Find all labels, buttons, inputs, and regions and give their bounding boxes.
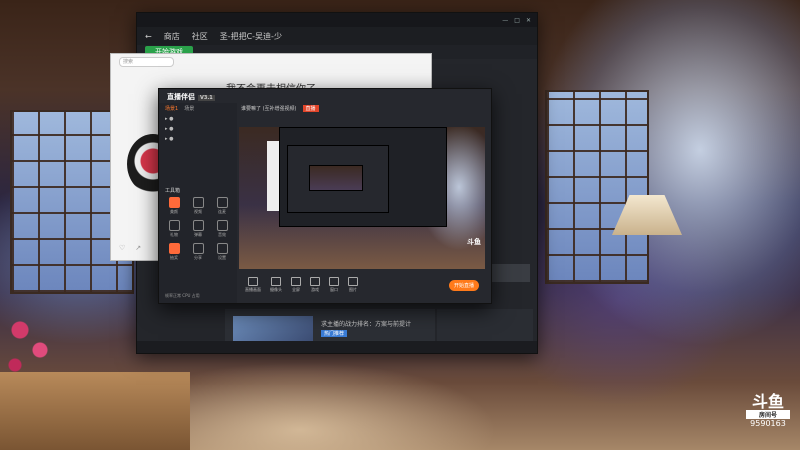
tool-label: 设置 (218, 255, 226, 260)
tool-item[interactable]: 抽奖 (163, 243, 185, 261)
live-status-footer: 帧率正常 CPU 占用 (165, 293, 200, 299)
tool-icon (168, 197, 180, 208)
live-app-logo-text: 直播伴侣 (167, 93, 195, 101)
game-title-bar: — □ ✕ (137, 13, 537, 27)
feed-card-text: 求主播的战力排名：方案与前提计 (321, 321, 412, 328)
tools-grid: 美颜 视频 连麦 礼物 弹幕 音效 抽奖 分享 设置 (163, 197, 233, 261)
douyu-logo: 斗鱼 (751, 392, 784, 411)
tool-icon (192, 243, 204, 254)
scene-tabs: 场景1 场景 (159, 103, 237, 114)
start-live-button[interactable]: 开始直播 (448, 279, 479, 291)
douyu-watermark: 斗鱼 房间号 9590163 (746, 394, 790, 428)
tool-label: 弹幕 (194, 232, 202, 237)
douyu-room-label: 房间号 (746, 410, 790, 419)
minimize-icon[interactable]: — (502, 17, 508, 24)
tool-icon (192, 197, 204, 208)
tool-label: 礼物 (170, 232, 178, 237)
wallpaper-window-right (545, 90, 649, 284)
tools-title: 工具箱 (165, 188, 181, 194)
bar-button[interactable]: 窗口 (329, 277, 339, 293)
tool-icon (168, 243, 180, 254)
tool-item[interactable]: 弹幕 (187, 220, 209, 238)
bar-label: 窗口 (330, 287, 338, 292)
live-app-version: V3.1 (198, 95, 215, 101)
back-icon[interactable]: ← (145, 32, 152, 41)
tool-label: 音效 (218, 232, 226, 237)
douyu-room-number: 9590163 (750, 419, 786, 428)
nested-preview (309, 165, 363, 191)
tool-label: 分享 (194, 255, 202, 260)
window-icon (329, 277, 339, 286)
nav-community[interactable]: 社区 (192, 31, 208, 42)
tool-icon (216, 220, 228, 231)
maximize-icon[interactable]: □ (514, 17, 520, 24)
tool-item[interactable]: 设置 (211, 243, 233, 261)
live-badge: 直播 (302, 105, 319, 112)
chat-bottom-icons: ♡ ↗ (119, 244, 141, 252)
bar-button[interactable]: 摄像头 (270, 277, 282, 293)
chat-search-input[interactable]: 搜索 (119, 57, 174, 67)
tab-scene-1[interactable]: 场景1 (165, 105, 178, 112)
fullscreen-icon (291, 277, 301, 286)
nav-store[interactable]: 商店 (164, 31, 180, 42)
live-companion-window[interactable]: 直播伴侣 V3.1 谁要嘛了 (互补增强视频) 直播 场景1 场景 ▸ ● ▸ ●… (158, 88, 492, 304)
bar-label: 直播画面 (245, 287, 261, 292)
tool-icon (168, 220, 180, 231)
camera-icon (271, 277, 281, 286)
tool-icon (216, 197, 228, 208)
source-item[interactable]: ▸ ● (159, 134, 237, 144)
tool-item[interactable]: 视频 (187, 197, 209, 215)
image-icon (348, 277, 358, 286)
bar-label: 图片 (349, 287, 357, 292)
live-bottom-bar: 直播画面 摄像头 全屏 游戏 窗口 图片 开始直播 (239, 271, 485, 299)
feed-card-tag: 热门推荐 (321, 330, 348, 337)
wallpaper-table (0, 372, 190, 450)
live-top-bar: 谁要嘛了 (互补增强视频) 直播 (241, 105, 319, 112)
bar-button[interactable]: 图片 (348, 277, 358, 293)
tool-item[interactable]: 美颜 (163, 197, 185, 215)
bar-label: 游戏 (311, 287, 319, 292)
live-app-logo: 直播伴侣 V3.1 (167, 92, 215, 102)
tool-label: 抽奖 (170, 255, 178, 260)
bar-label: 摄像头 (270, 287, 282, 292)
monitor-icon (248, 277, 258, 286)
like-icon[interactable]: ♡ (119, 244, 125, 252)
stream-title[interactable]: 谁要嘛了 (互补增强视频) (241, 105, 297, 112)
bar-button[interactable]: 直播画面 (245, 277, 261, 293)
source-item[interactable]: ▸ ● (159, 124, 237, 134)
tool-item[interactable]: 分享 (187, 243, 209, 261)
source-item[interactable]: ▸ ● (159, 114, 237, 124)
game-nav: ← 商店 社区 圣-把把C-吴迪-少 (137, 27, 537, 45)
feed-card-text-block: 求主播的战力排名：方案与前提计 热门推荐 (321, 319, 431, 337)
game-footer (137, 341, 537, 353)
gamepad-icon (310, 277, 320, 286)
tool-item[interactable]: 礼物 (163, 220, 185, 238)
tool-label: 美颜 (170, 209, 178, 214)
tool-icon (216, 243, 228, 254)
preview-watermark: 斗鱼 (467, 238, 481, 246)
chat-toolbar: 搜索 (111, 54, 431, 70)
tool-item[interactable]: 连麦 (211, 197, 233, 215)
stream-preview[interactable]: 斗鱼 (239, 127, 485, 269)
bar-button[interactable]: 游戏 (310, 277, 320, 293)
tool-label: 连麦 (218, 209, 226, 214)
bar-label: 全屏 (292, 287, 300, 292)
close-icon[interactable]: ✕ (526, 17, 531, 24)
tool-item[interactable]: 音效 (211, 220, 233, 238)
tool-icon (192, 220, 204, 231)
footer-status: 帧率正常 CPU 占用 (165, 293, 200, 298)
game-page-title: 圣-把把C-吴迪-少 (219, 31, 282, 41)
tab-scene[interactable]: 场景 (184, 105, 194, 112)
tool-label: 视频 (194, 209, 202, 214)
bar-button[interactable]: 全屏 (291, 277, 301, 293)
share-icon[interactable]: ↗ (135, 244, 141, 252)
